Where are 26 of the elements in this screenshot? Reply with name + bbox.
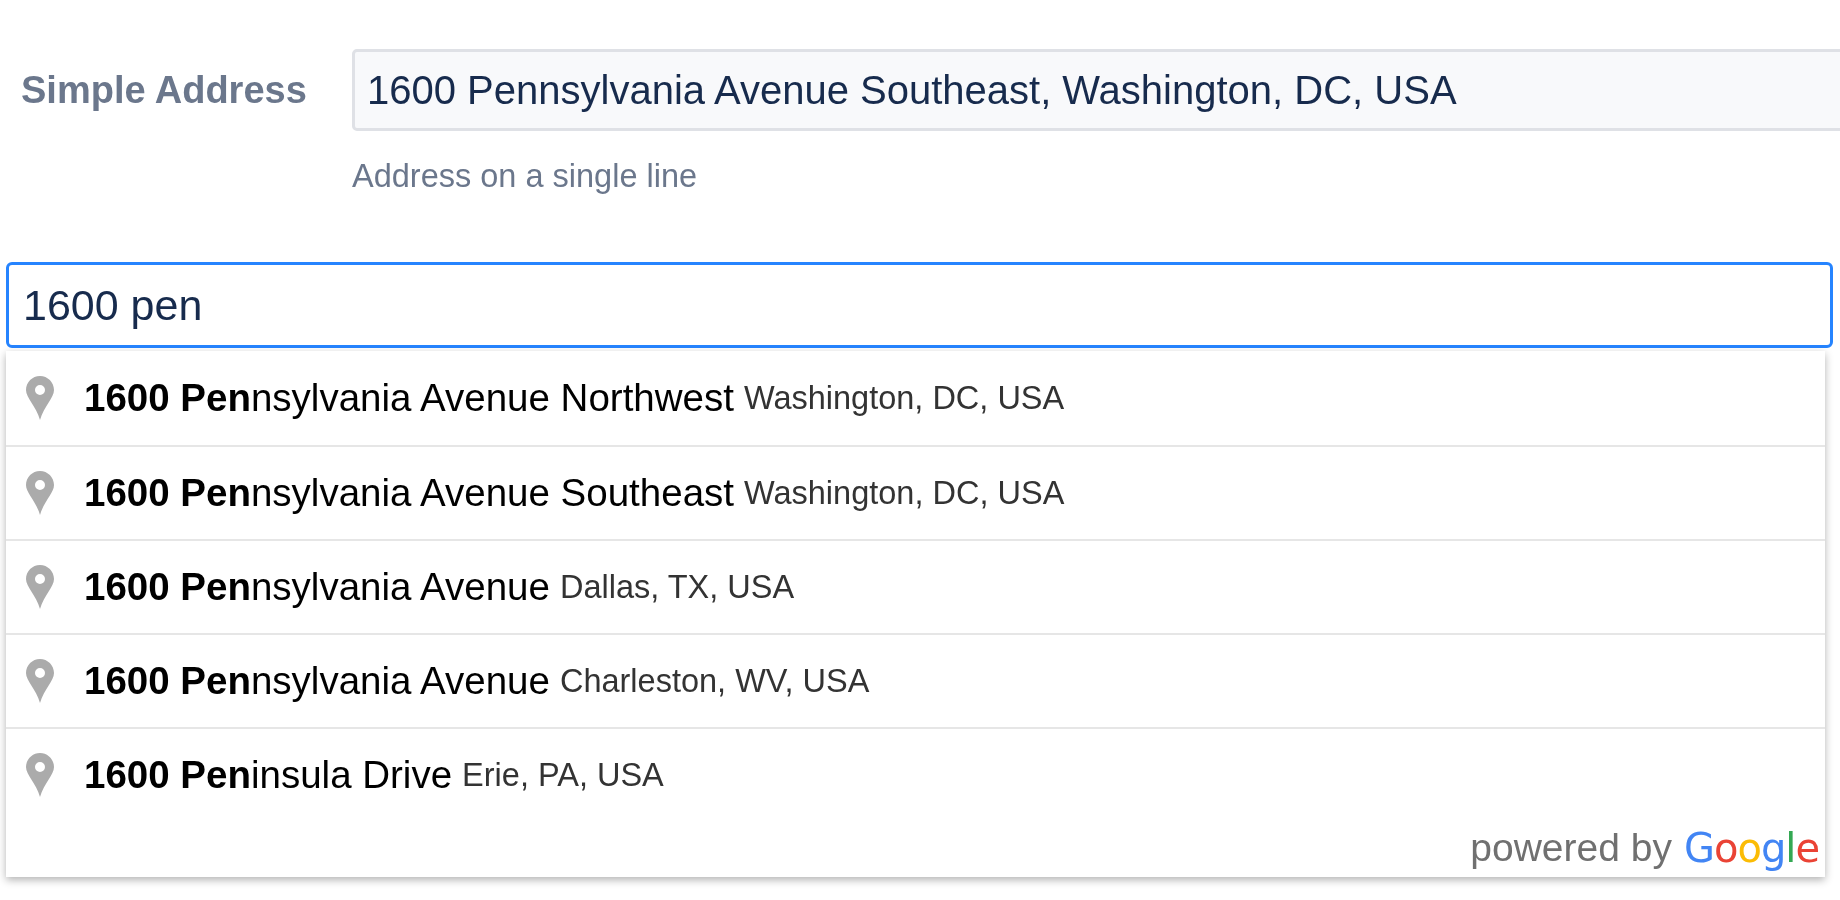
suggestion-location: Charleston, WV, USA: [559, 662, 870, 700]
suggestion-item[interactable]: 1600 Pennsylvania Avenue Charleston, WV, USA: [6, 633, 1825, 727]
map-pin-icon: [26, 753, 54, 797]
suggestion-location: Erie, PA, USA: [462, 756, 664, 794]
suggestion-item[interactable]: 1600 Pennsylvania Avenue Southeast Washington, DC, USA: [6, 445, 1825, 539]
powered-by-text: powered by: [1470, 826, 1672, 870]
suggestion-item[interactable]: 1600 Peninsula Drive Erie, PA, USA: [6, 727, 1825, 821]
suggestion-location: Dallas, TX, USA: [559, 568, 795, 606]
suggestion-title: 1600 Pennsylvania Avenue Northwest: [84, 376, 734, 420]
suggestion-title: 1600 Pennsylvania Avenue Southeast: [84, 471, 734, 515]
suggestion-title: 1600 Peninsula Drive: [84, 753, 453, 797]
map-pin-icon: [26, 565, 54, 609]
suggestion-item[interactable]: 1600 Pennsylvania Avenue Northwest Washington, DC, USA: [6, 351, 1825, 445]
suggestion-location: Washington, DC, USA: [744, 474, 1065, 512]
suggestion-title: 1600 Pennsylvania Avenue: [84, 659, 550, 703]
field-label: Simple Address: [21, 68, 308, 112]
map-pin-icon: [26, 376, 54, 420]
suggestion-location: Washington, DC, USA: [743, 379, 1065, 417]
field-hint: Address on a single line: [352, 158, 698, 194]
search-field[interactable]: 1600 pen: [6, 262, 1833, 348]
map-pin-icon: [26, 471, 54, 515]
google-logo: Google: [1683, 825, 1819, 871]
map-pin-icon: [26, 659, 54, 703]
suggestion-title: 1600 Pennsylvania Avenue: [84, 565, 550, 609]
address-field[interactable]: 1600 Pennsylvania Avenue Southeast, Washington, DC, USA: [352, 49, 1840, 131]
suggestion-item[interactable]: 1600 Pennsylvania Avenue Dallas, TX, USA: [6, 539, 1825, 633]
